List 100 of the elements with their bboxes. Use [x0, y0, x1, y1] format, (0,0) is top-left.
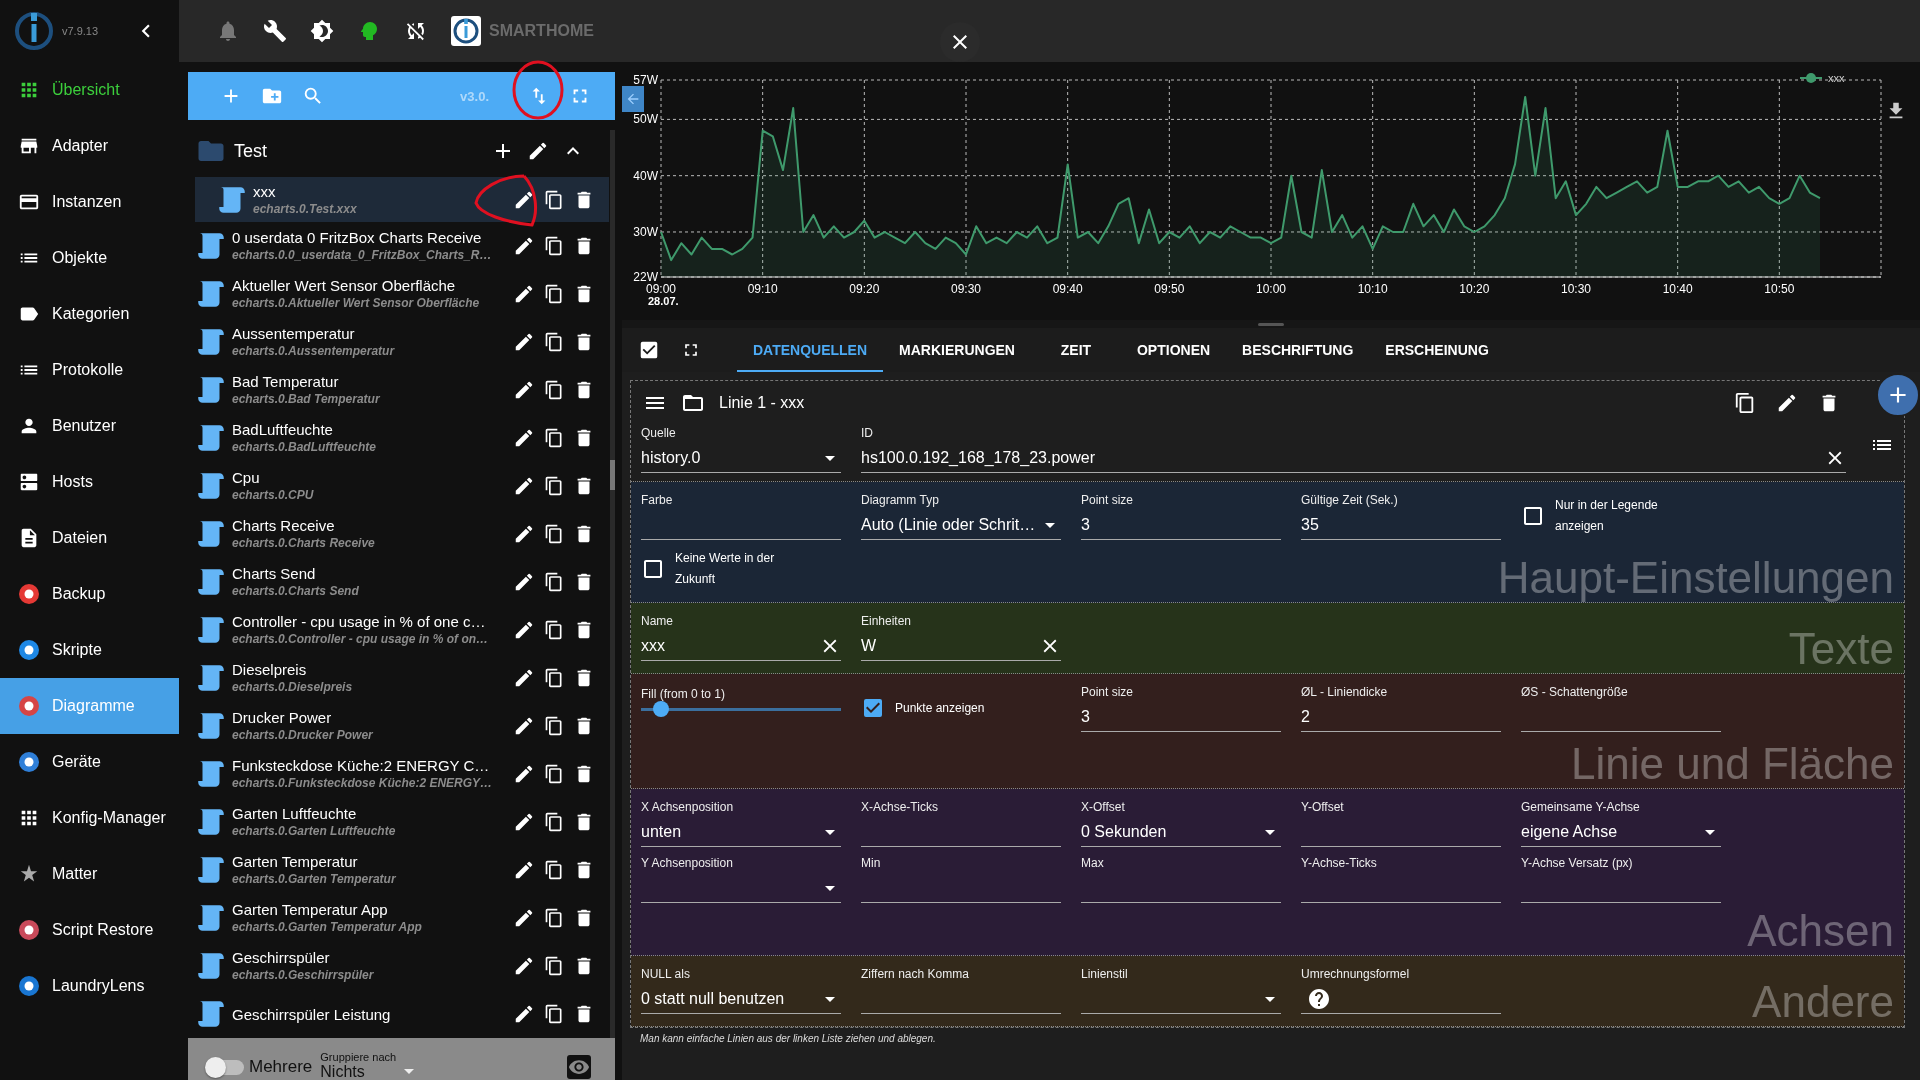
sidebar-item[interactable]: Objekte: [0, 230, 179, 286]
input-field[interactable]: ID hs100.0.192_168_178_23.power: [861, 425, 1846, 473]
logo-icon[interactable]: [451, 16, 481, 46]
chart-list-item[interactable]: Charts Send echarts.0.Charts Send: [188, 558, 609, 606]
input-field[interactable]: ØS - Schattengröße: [1521, 684, 1721, 732]
chart-list-item[interactable]: Dieselpreis echarts.0.Dieselpreis: [188, 654, 609, 702]
group-select[interactable]: Nichts: [320, 1062, 421, 1080]
sidebar-item[interactable]: Skripte: [0, 622, 179, 678]
edit-icon[interactable]: [513, 571, 535, 593]
chart-list-item[interactable]: Charts Receive echarts.0.Charts Receive: [188, 510, 609, 558]
tab[interactable]: ZEIT: [1030, 328, 1121, 372]
sidebar-item[interactable]: Benutzer: [0, 398, 179, 454]
edit-icon[interactable]: [513, 811, 535, 833]
toggle-switch[interactable]: [208, 1059, 244, 1075]
checkbox-icon[interactable]: [641, 557, 665, 581]
chart-list-item[interactable]: Cpu echarts.0.CPU: [188, 462, 609, 510]
sidebar-item[interactable]: Dateien: [0, 510, 179, 566]
tab[interactable]: MARKIERUNGEN: [883, 328, 1031, 372]
sidebar-item[interactable]: Kategorien: [0, 286, 179, 342]
copy-icon[interactable]: [1734, 392, 1756, 414]
input-field[interactable]: Name xxx: [641, 613, 841, 661]
chart-list-item[interactable]: Bad Temperatur echarts.0.Bad Temperatur: [188, 366, 609, 414]
chart-list-item[interactable]: Controller - cpu usage in % of one c… echarts.0.Controller - cpu usage in % of on…: [188, 606, 609, 654]
chart-list-item[interactable]: Geschirrspüler Leistung: [188, 990, 609, 1038]
checkbox-checked-icon[interactable]: [638, 339, 660, 361]
chart-list-item[interactable]: Aussentemperatur echarts.0.Aussentemperatur: [188, 318, 609, 366]
chart-list-item[interactable]: xxx echarts.0.Test.xxx: [195, 177, 609, 222]
copy-icon[interactable]: [544, 189, 564, 210]
input-field[interactable]: Y-Achse Versatz (px): [1521, 855, 1721, 903]
sidebar-item[interactable]: Backup: [0, 566, 179, 622]
sidebar-item[interactable]: Hosts: [0, 454, 179, 510]
tab[interactable]: BESCHRIFTUNG: [1226, 328, 1370, 372]
eye-icon[interactable]: [567, 1055, 591, 1079]
copy-icon[interactable]: [544, 380, 564, 400]
edit-icon[interactable]: [513, 763, 535, 785]
edit-icon[interactable]: [513, 907, 535, 929]
copy-icon[interactable]: [544, 524, 564, 544]
input-field[interactable]: Ziffern nach Komma: [861, 966, 1061, 1014]
edit-icon[interactable]: [513, 331, 535, 353]
copy-icon[interactable]: [544, 620, 564, 640]
chart-list-item[interactable]: Aktueller Wert Sensor Oberfläche echarts.0.Aktueller Wert Sensor Oberfläche: [188, 270, 609, 318]
select-field[interactable]: X Achsenposition unten: [641, 799, 841, 847]
copy-icon[interactable]: [544, 236, 564, 256]
select-field[interactable]: Y Achsenposition: [641, 855, 841, 903]
resize-handle[interactable]: [1258, 322, 1284, 326]
sidebar-item[interactable]: Protokolle: [0, 342, 179, 398]
input-field[interactable]: Umrechnungsformel: [1301, 966, 1501, 1014]
select-field[interactable]: NULL als 0 statt null benutzen: [641, 966, 841, 1014]
copy-icon[interactable]: [544, 908, 564, 928]
input-field[interactable]: Max: [1081, 855, 1281, 903]
edit-icon[interactable]: [513, 667, 535, 689]
input-field[interactable]: Gültige Zeit (Sek.) 35: [1301, 492, 1501, 540]
input-field[interactable]: X-Achse-Ticks: [861, 799, 1061, 847]
input-field[interactable]: Point size 3: [1081, 684, 1281, 732]
input-field[interactable]: Point size 3: [1081, 492, 1281, 540]
chart-list-item[interactable]: Funksteckdose Küche:2 ENERGY C… echarts.0.Funksteckdose Küche:2 ENERGY…: [188, 750, 609, 798]
sidebar-item[interactable]: Script Restore: [0, 902, 179, 958]
chart-list-item[interactable]: BadLuftfeuchte echarts.0.BadLuftfeuchte: [188, 414, 609, 462]
input-field[interactable]: ØL - Liniendicke 2: [1301, 684, 1501, 732]
folder-row[interactable]: Test: [188, 130, 609, 172]
sidebar-item[interactable]: Übersicht: [0, 62, 179, 118]
input-field[interactable]: Min: [861, 855, 1061, 903]
copy-icon[interactable]: [544, 860, 564, 880]
edit-icon[interactable]: [513, 1003, 535, 1025]
chart-list-item[interactable]: Garten Luftfeuchte echarts.0.Garten Luftfeuchte: [188, 798, 609, 846]
copy-icon[interactable]: [544, 812, 564, 832]
checkbox-icon[interactable]: [1521, 504, 1545, 528]
copy-icon[interactable]: [544, 428, 564, 448]
tab[interactable]: ERSCHEINUNG: [1369, 328, 1505, 372]
help-icon[interactable]: [1307, 987, 1331, 1011]
input-field[interactable]: Y-Achse-Ticks: [1301, 855, 1501, 903]
edit-icon[interactable]: [513, 235, 535, 257]
wrench-icon[interactable]: [263, 19, 287, 43]
edit-icon[interactable]: [1776, 392, 1798, 414]
sidebar-item[interactable]: Geräte: [0, 734, 179, 790]
edit-icon[interactable]: [513, 427, 535, 449]
legend-marker[interactable]: [1799, 73, 1823, 83]
sidebar-item[interactable]: Matter: [0, 846, 179, 902]
input-field[interactable]: Einheiten W: [861, 613, 1061, 661]
copy-icon[interactable]: [544, 1004, 564, 1024]
select-field[interactable]: Linienstil: [1081, 966, 1281, 1014]
edit-icon[interactable]: [513, 283, 535, 305]
edit-icon[interactable]: [513, 523, 535, 545]
tab[interactable]: OPTIONEN: [1120, 328, 1227, 372]
chart-list-item[interactable]: Garten Temperatur echarts.0.Garten Temperatur: [188, 846, 609, 894]
sidebar-item[interactable]: Instanzen: [0, 174, 179, 230]
brightness-icon[interactable]: [310, 19, 334, 43]
sidebar-item[interactable]: Konfig-Manager: [0, 790, 179, 846]
copy-icon[interactable]: [544, 668, 564, 688]
chart-list-item[interactable]: Drucker Power echarts.0.Drucker Power: [188, 702, 609, 750]
chart-list-item[interactable]: Garten Temperatur App echarts.0.Garten Temperatur App: [188, 894, 609, 942]
copy-icon[interactable]: [544, 572, 564, 592]
select-field[interactable]: Gemeinsame Y-Achse eigene Achse: [1521, 799, 1721, 847]
edit-icon[interactable]: [513, 715, 535, 737]
checkbox-checked-icon[interactable]: [861, 696, 885, 720]
copy-icon[interactable]: [544, 332, 564, 352]
copy-icon[interactable]: [544, 476, 564, 496]
chart-list-item[interactable]: Geschirrspüler echarts.0.Geschirrspüler: [188, 942, 609, 990]
copy-icon[interactable]: [544, 956, 564, 976]
edit-icon[interactable]: [513, 859, 535, 881]
